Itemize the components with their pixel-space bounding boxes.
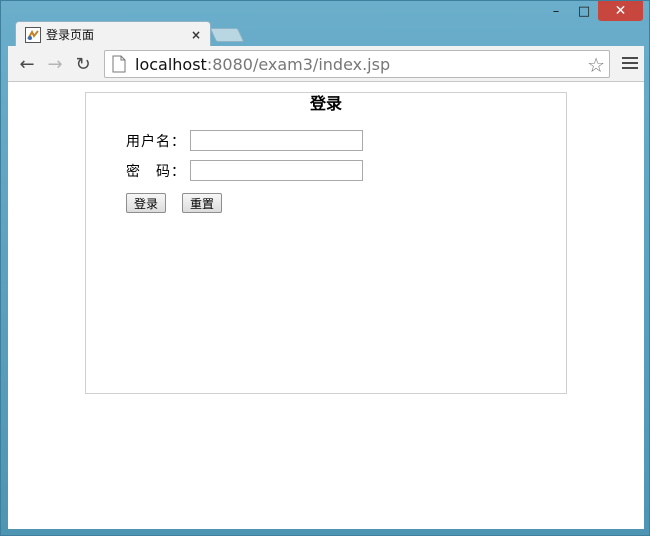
username-input[interactable] — [190, 130, 363, 151]
password-input[interactable] — [190, 160, 363, 181]
login-title: 登录 — [309, 94, 342, 113]
tab-title: 登录页面 — [46, 28, 95, 42]
password-row: 密 码： — [126, 160, 363, 181]
browser-tab[interactable]: 登录页面 × — [15, 21, 211, 47]
tab-close-icon[interactable]: × — [191, 28, 201, 42]
password-label: 密 码： — [126, 163, 186, 180]
url-host: localhost — [135, 54, 207, 74]
bookmark-star-icon[interactable]: ☆ — [587, 53, 605, 77]
reload-icon[interactable]: ↻ — [72, 53, 94, 75]
browser-window: – □ ✕ 登录页面 × ← → ↻ localhost:8080/exam3/… — [0, 0, 650, 536]
hamburger-menu-icon[interactable] — [622, 54, 638, 72]
back-arrow-icon[interactable]: ← — [16, 53, 38, 75]
page-icon — [112, 55, 126, 73]
form-buttons: 登录 重置 — [126, 193, 238, 213]
jsp-favicon-icon — [25, 26, 41, 43]
browser-toolbar: ← → ↻ localhost:8080/exam3/index.jsp ☆ — [8, 46, 644, 82]
reset-button[interactable]: 重置 — [182, 193, 223, 213]
minimize-button[interactable]: – — [542, 1, 570, 21]
url-path: :8080/exam3/index.jsp — [206, 54, 391, 74]
address-bar[interactable]: localhost:8080/exam3/index.jsp ☆ — [104, 50, 610, 78]
username-label: 用户名： — [126, 133, 186, 150]
page-content: 登录 用户名： 密 码： 登录 重置 — [8, 82, 644, 529]
url-text: localhost:8080/exam3/index.jsp — [135, 55, 390, 74]
close-window-button[interactable]: ✕ — [598, 1, 643, 21]
maximize-button[interactable]: □ — [570, 1, 598, 21]
login-panel: 登录 用户名： 密 码： 登录 重置 — [85, 92, 567, 394]
forward-arrow-icon[interactable]: → — [44, 53, 66, 75]
login-button[interactable]: 登录 — [126, 193, 167, 213]
new-tab-button[interactable] — [209, 28, 245, 42]
username-row: 用户名： — [126, 130, 363, 151]
window-controls: – □ ✕ — [542, 1, 643, 23]
